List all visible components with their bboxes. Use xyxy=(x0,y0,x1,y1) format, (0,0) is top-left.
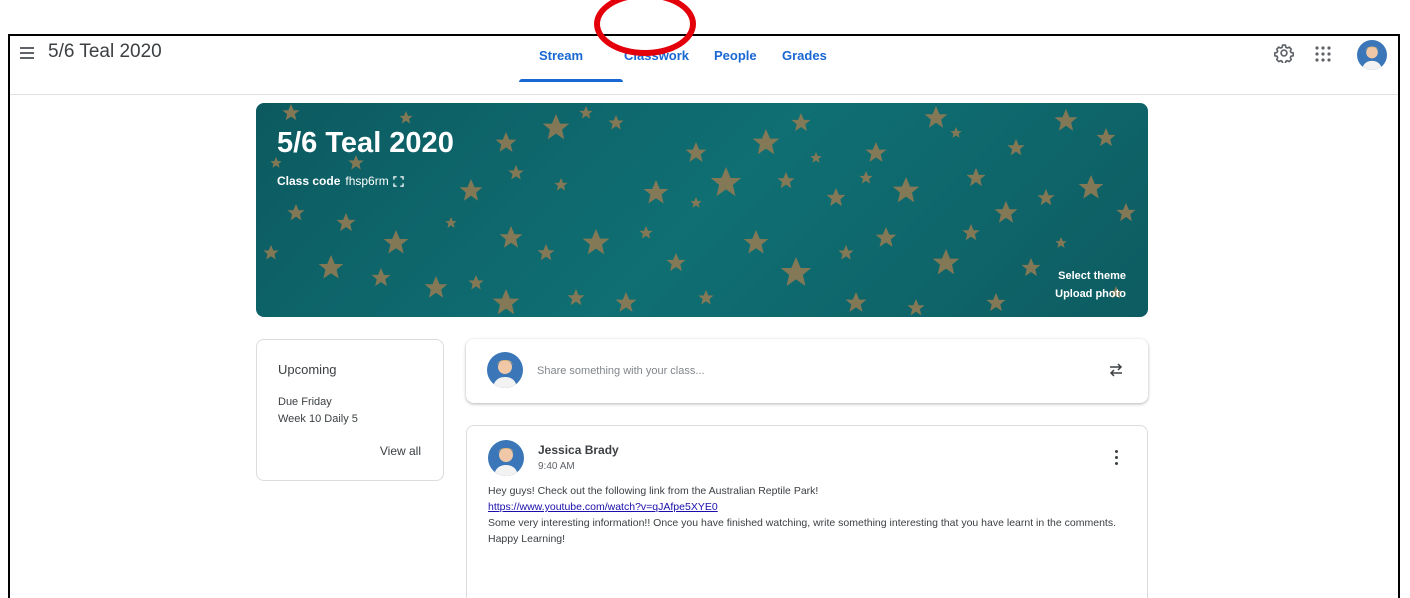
tab-people[interactable]: People xyxy=(714,36,782,94)
avatar[interactable] xyxy=(1357,40,1387,70)
class-code-value: fhsp6rm xyxy=(345,174,389,188)
gear-icon[interactable] xyxy=(1274,43,1294,63)
post-link[interactable]: https://www.youtube.com/watch?v=qJAfpe5X… xyxy=(488,501,718,513)
avatar xyxy=(488,440,524,476)
repost-icon[interactable] xyxy=(1108,361,1124,379)
stream-post: Jessica Brady 9:40 AM Hey guys! Check ou… xyxy=(466,425,1148,598)
upcoming-item[interactable]: Week 10 Daily 5 xyxy=(278,413,358,425)
class-code: Class code fhsp6rm xyxy=(277,174,404,188)
expand-icon[interactable] xyxy=(393,175,404,187)
select-theme-link[interactable]: Select theme xyxy=(1058,270,1126,282)
classroom-window: 5/6 Teal 2020 Stream Classwork People Gr… xyxy=(8,34,1400,598)
tab-classwork[interactable]: Classwork xyxy=(624,36,714,94)
post-body: Hey guys! Check out the following link f… xyxy=(488,483,1136,547)
class-name[interactable]: 5/6 Teal 2020 xyxy=(48,41,162,63)
apps-icon[interactable] xyxy=(1314,45,1332,63)
post-line: Hey guys! Check out the following link f… xyxy=(488,485,819,497)
upcoming-due: Due Friday xyxy=(278,396,332,408)
post-line: Happy Learning! xyxy=(488,533,566,545)
post-time: 9:40 AM xyxy=(538,461,575,472)
share-input[interactable]: Share something with your class... xyxy=(537,365,705,377)
banner-title: 5/6 Teal 2020 xyxy=(277,127,454,159)
class-code-label: Class code xyxy=(277,174,341,188)
class-banner: 5/6 Teal 2020 Class code fhsp6rm Select … xyxy=(256,103,1148,317)
more-vert-icon[interactable] xyxy=(1115,450,1119,466)
share-box[interactable]: Share something with your class... xyxy=(466,339,1148,403)
upload-photo-link[interactable]: Upload photo xyxy=(1055,288,1126,300)
tab-bar: Stream Classwork People Grades xyxy=(518,36,852,94)
upcoming-title: Upcoming xyxy=(278,362,337,377)
post-line: Some very interesting information!! Once… xyxy=(488,517,1116,529)
top-app-bar: 5/6 Teal 2020 Stream Classwork People Gr… xyxy=(10,36,1398,95)
menu-icon[interactable] xyxy=(20,47,34,59)
avatar xyxy=(487,352,523,388)
view-all-link[interactable]: View all xyxy=(380,444,421,458)
post-author: Jessica Brady xyxy=(538,443,619,457)
tab-stream[interactable]: Stream xyxy=(519,36,623,94)
tab-grades[interactable]: Grades xyxy=(782,36,852,94)
upcoming-card: Upcoming Due Friday Week 10 Daily 5 View… xyxy=(256,339,444,481)
